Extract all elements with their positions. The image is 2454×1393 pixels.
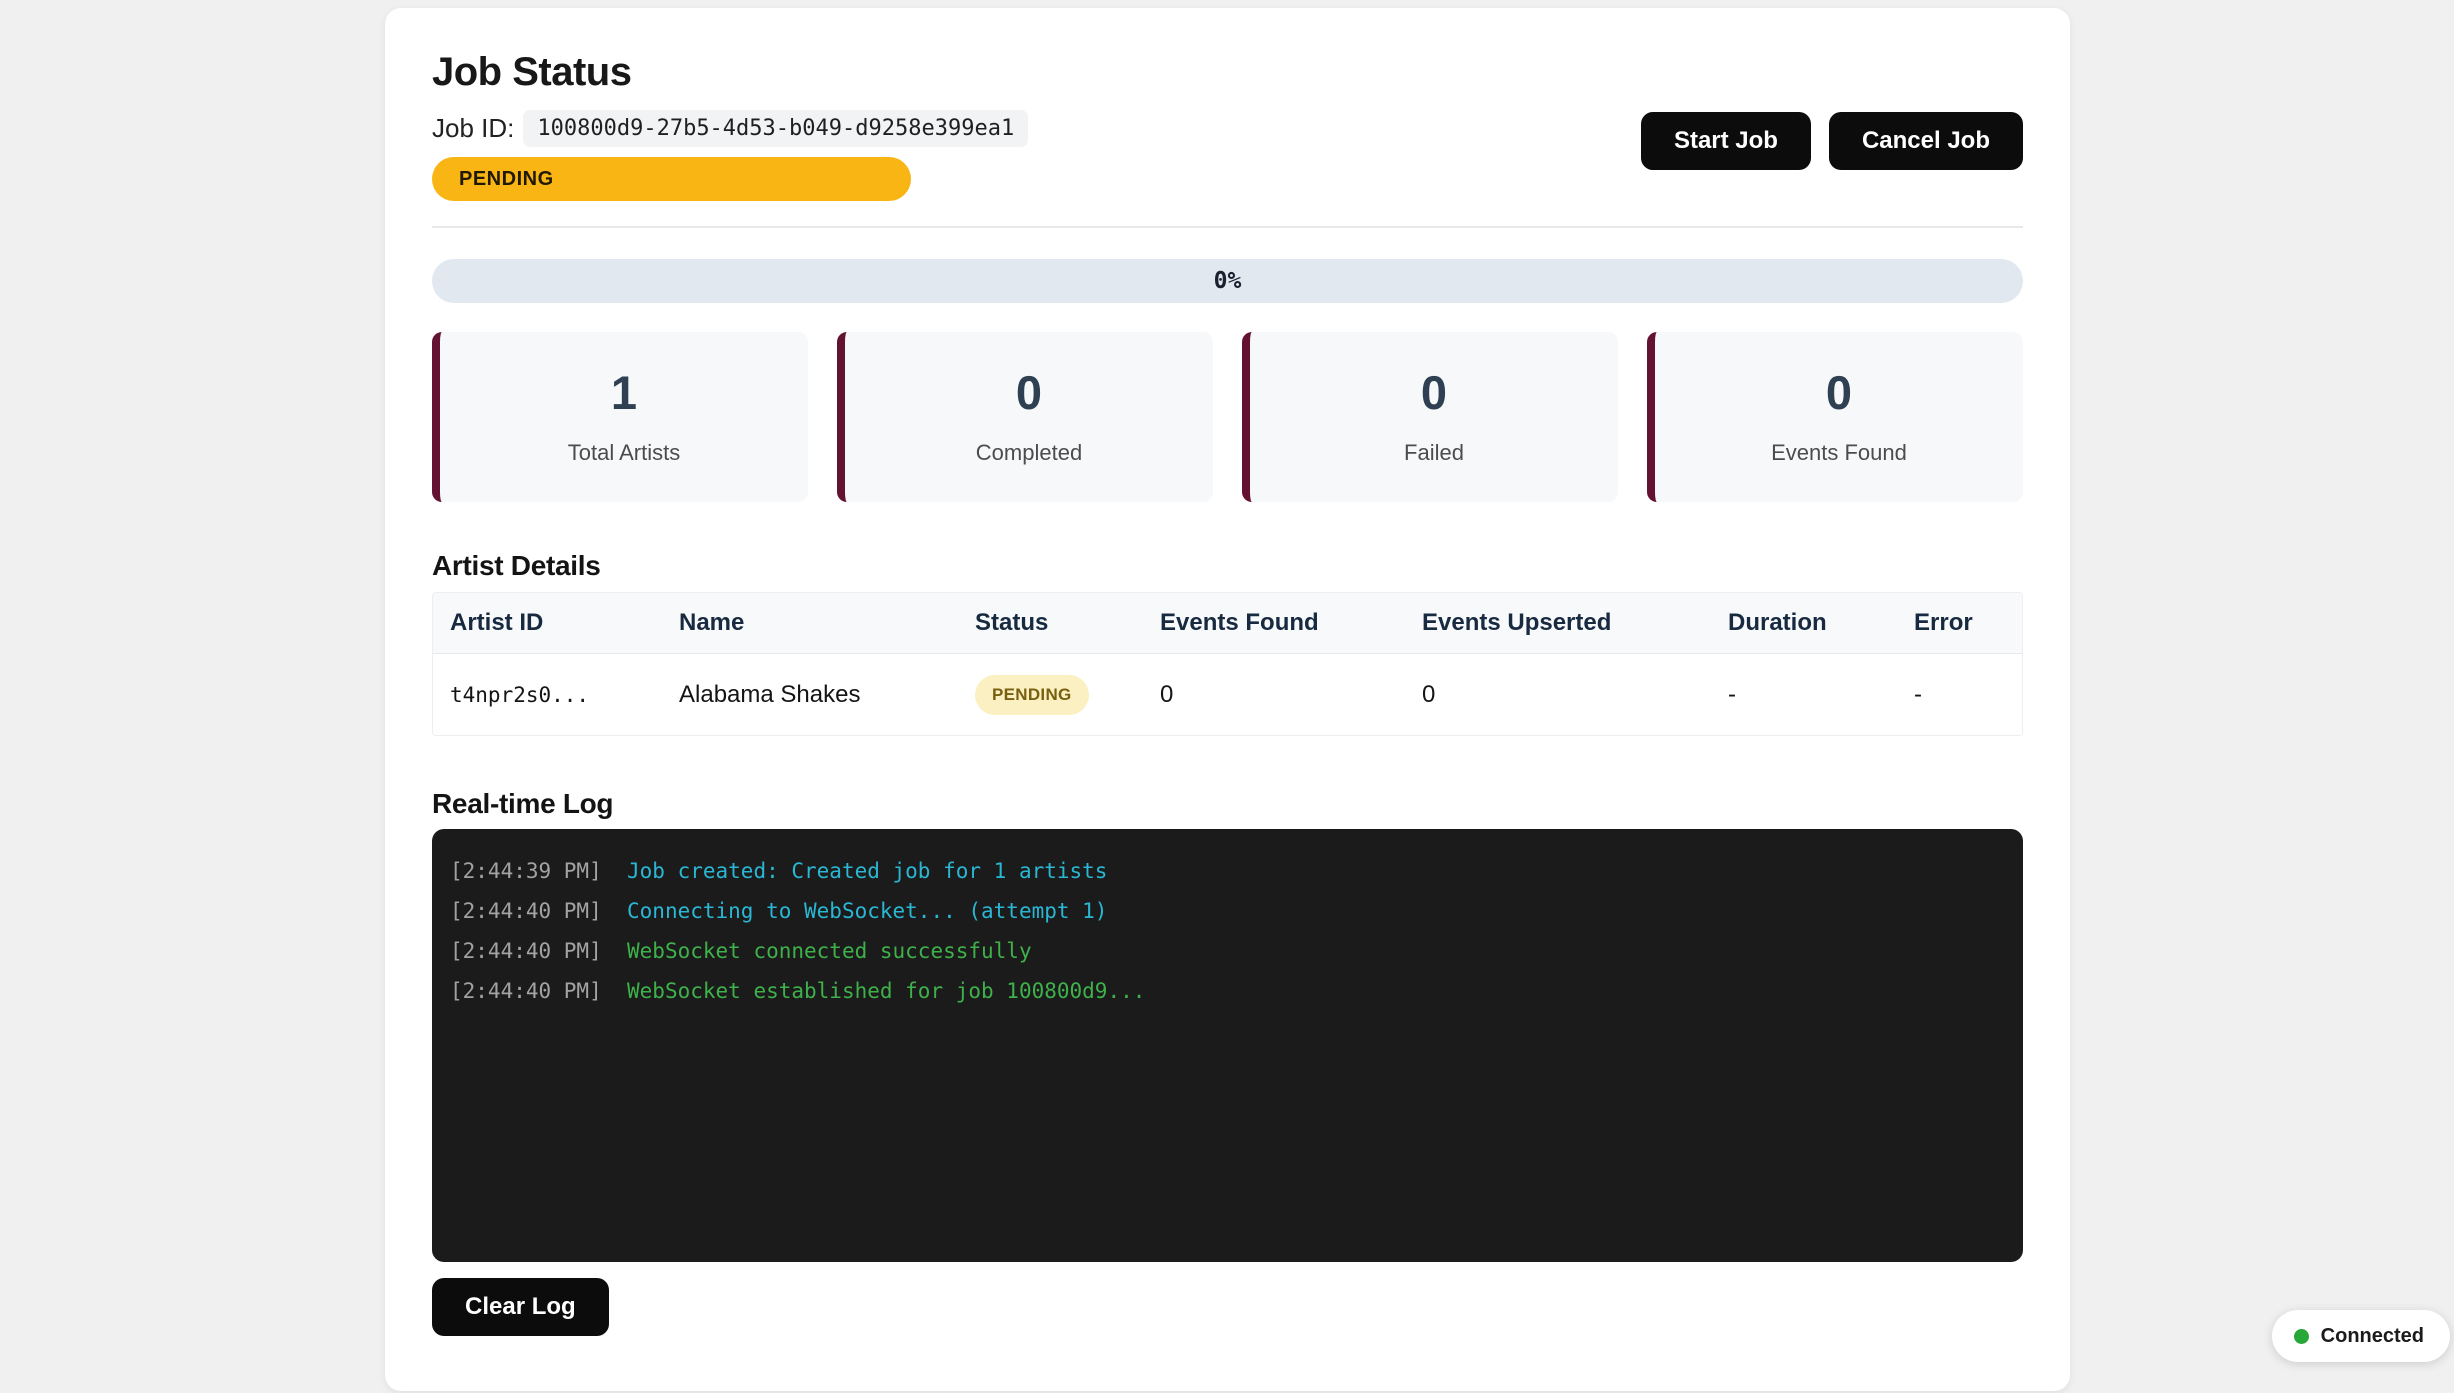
stat-card-events-found: 0 Events Found [1647,332,2023,502]
log-entry: [2:44:40 PM] WebSocket connected success… [450,931,2005,971]
cell-artist-id: t4npr2s0... [450,683,679,707]
artist-details-title: Artist Details [432,550,2023,582]
stat-card-total-artists: 1 Total Artists [432,332,808,502]
stat-label: Events Found [1771,440,1907,466]
log-entry: [2:44:40 PM] Connecting to WebSocket... … [450,891,2005,931]
log-message: Connecting to WebSocket... (attempt 1) [627,899,1107,923]
stat-card-completed: 0 Completed [837,332,1213,502]
header-divider [432,226,2023,228]
job-status-badge: PENDING [432,157,911,201]
cell-name: Alabama Shakes [679,681,975,709]
cell-events-upserted: 0 [1422,681,1728,709]
column-header-events-found: Events Found [1160,609,1422,637]
page-title: Job Status [432,50,2023,95]
stat-value: 0 [1826,369,1852,416]
start-job-button[interactable]: Start Job [1641,112,1811,170]
log-message: Job created: Created job for 1 artists [627,859,1107,883]
log-timestamp: [2:44:39 PM] [450,859,602,883]
column-header-name: Name [679,609,975,637]
progress-percent-label: 0% [432,259,2023,303]
column-header-events-upserted: Events Upserted [1422,609,1728,637]
log-entry: [2:44:39 PM] Job created: Created job fo… [450,851,2005,891]
stats-row: 1 Total Artists 0 Completed 0 Failed 0 E… [432,332,2023,502]
job-actions: Start Job Cancel Job [1641,112,2023,170]
stat-value: 1 [611,369,637,416]
connected-dot-icon [2294,1329,2309,1344]
log-message: WebSocket connected successfully [627,939,1032,963]
table-row: t4npr2s0... Alabama Shakes PENDING 0 0 -… [433,653,2022,735]
log-message: WebSocket established for job 100800d9..… [627,979,1145,1003]
stat-label: Completed [976,440,1082,466]
table-header-row: Artist ID Name Status Events Found Event… [433,593,2022,653]
connection-status-label: Connected [2321,1325,2424,1348]
stat-value: 0 [1016,369,1042,416]
log-timestamp: [2:44:40 PM] [450,979,602,1003]
cell-error: - [1914,681,2022,709]
progress-bar: 0% [432,259,2023,303]
column-header-artist-id: Artist ID [450,609,679,637]
cell-events-found: 0 [1160,681,1422,709]
stat-value: 0 [1421,369,1447,416]
log-timestamp: [2:44:40 PM] [450,899,602,923]
stat-label: Failed [1404,440,1464,466]
clear-log-button[interactable]: Clear Log [432,1278,609,1336]
cancel-job-button[interactable]: Cancel Job [1829,112,2023,170]
row-status-badge: PENDING [975,675,1089,715]
stat-card-failed: 0 Failed [1242,332,1618,502]
log-entry: [2:44:40 PM] WebSocket established for j… [450,971,2005,1011]
artist-details-table: Artist ID Name Status Events Found Event… [432,592,2023,736]
job-id-value: 100800d9-27b5-4d53-b049-d9258e399ea1 [523,110,1028,147]
job-header: Job Status Job ID: 100800d9-27b5-4d53-b0… [432,50,2023,201]
column-header-duration: Duration [1728,609,1914,637]
column-header-error: Error [1914,609,2022,637]
job-status-card: Job Status Job ID: 100800d9-27b5-4d53-b0… [385,8,2070,1391]
log-terminal[interactable]: [2:44:39 PM] Job created: Created job fo… [432,829,2023,1262]
page: { "header": { "title": "Job Status", "jo… [0,0,2454,1393]
job-id-label: Job ID: [432,113,514,144]
stat-label: Total Artists [568,440,680,466]
cell-status: PENDING [975,675,1160,715]
connection-status-badge: Connected [2272,1310,2450,1362]
realtime-log-title: Real-time Log [432,788,2023,820]
cell-duration: - [1728,681,1914,709]
log-timestamp: [2:44:40 PM] [450,939,602,963]
column-header-status: Status [975,609,1160,637]
